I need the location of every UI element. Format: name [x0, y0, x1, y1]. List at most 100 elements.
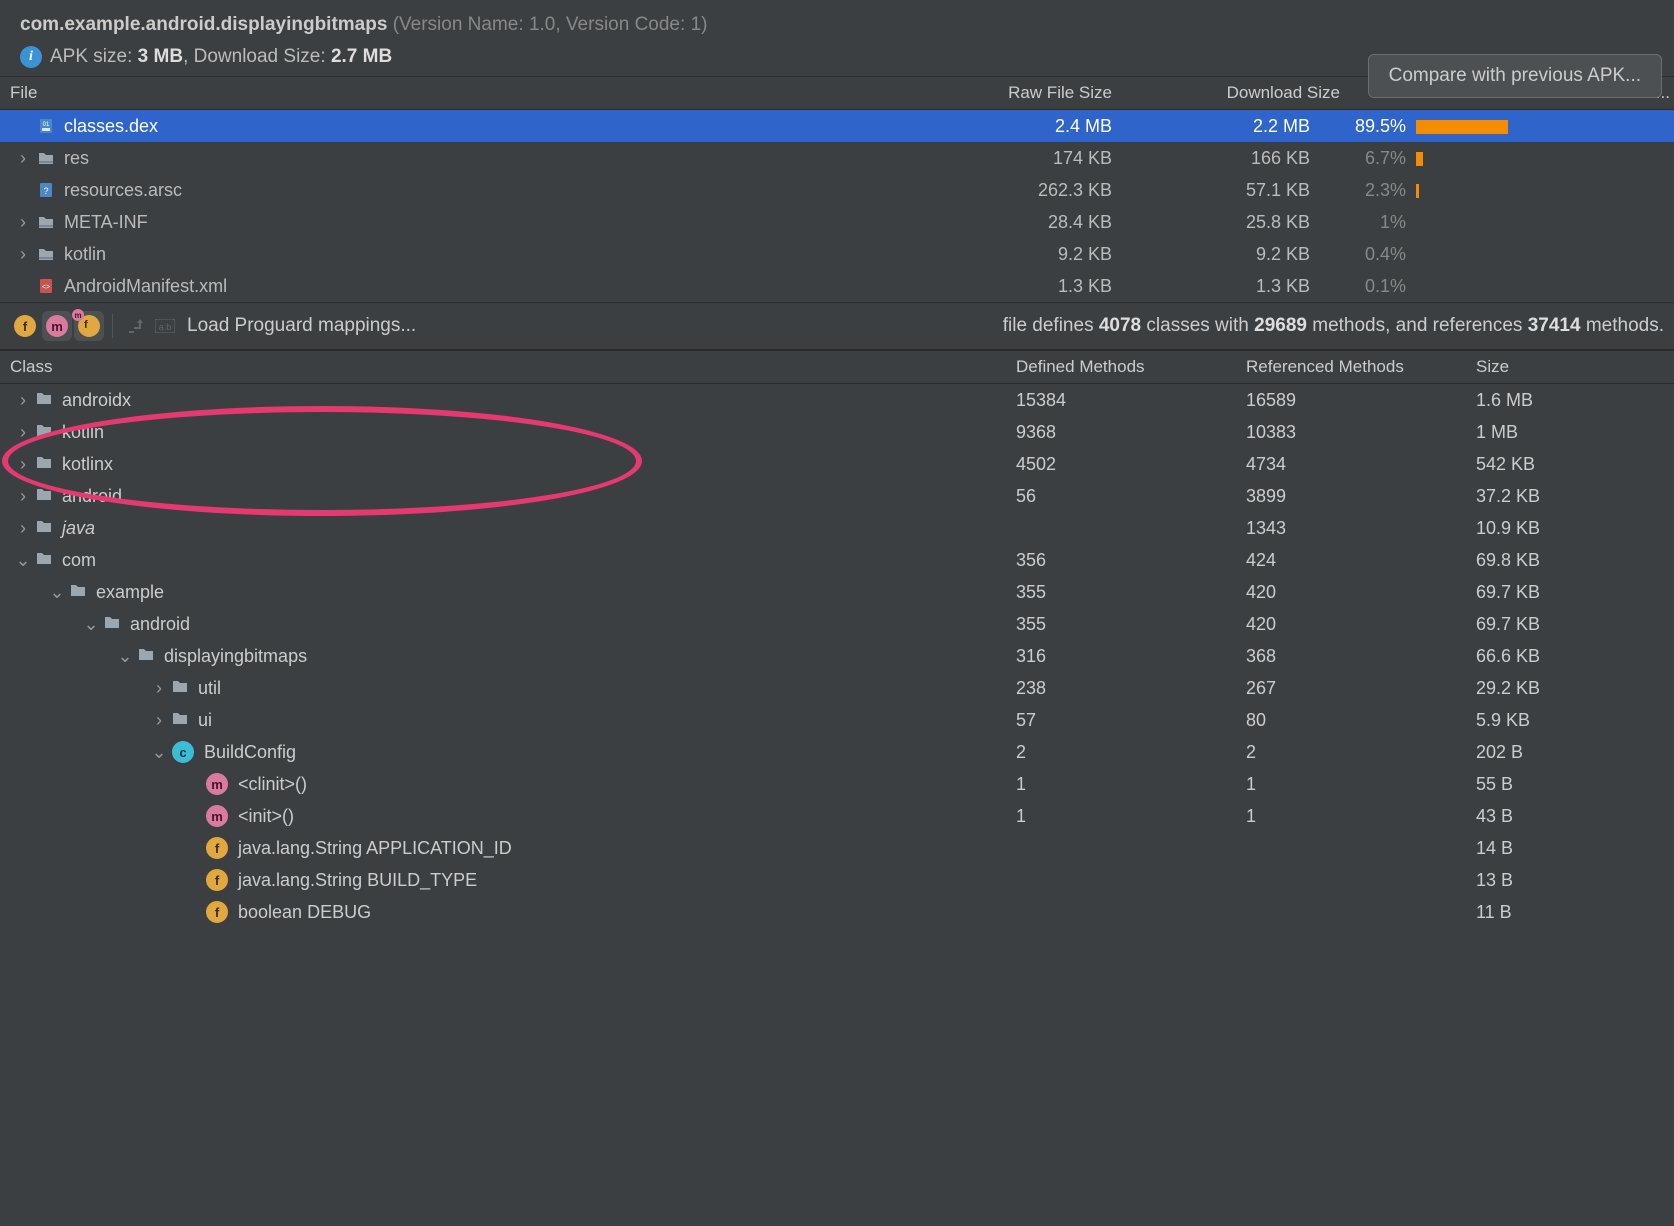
- compare-apk-button[interactable]: Compare with previous APK...: [1368, 54, 1662, 98]
- expand-chevron-icon[interactable]: ›: [14, 454, 32, 475]
- info-icon: i: [20, 46, 42, 68]
- expand-chevron-icon[interactable]: ›: [150, 678, 168, 699]
- referenced-methods: 3899: [1240, 486, 1470, 507]
- defined-methods: 355: [1010, 614, 1240, 635]
- package-icon: [36, 455, 52, 473]
- expand-chevron-icon[interactable]: ⌄: [116, 646, 134, 667]
- class-icon: c: [172, 741, 194, 763]
- class-name: displayingbitmaps: [164, 646, 307, 667]
- class-row[interactable]: fjava.lang.String APPLICATION_ID14 B: [0, 832, 1674, 864]
- class-row[interactable]: ›java134310.9 KB: [0, 512, 1674, 544]
- file-row[interactable]: <>AndroidManifest.xml1.3 KB1.3 KB0.1%: [0, 270, 1674, 302]
- download-size: 1.3 KB: [1130, 276, 1320, 297]
- download-size: 2.2 MB: [1130, 116, 1320, 137]
- dex-icon: 01: [36, 118, 56, 134]
- expand-chevron-icon[interactable]: ›: [14, 486, 32, 507]
- expand-chevron-icon[interactable]: ›: [14, 422, 32, 443]
- package-icon: [172, 711, 188, 729]
- expand-chevron-icon[interactable]: ⌄: [150, 742, 168, 763]
- referenced-methods: 2: [1240, 742, 1470, 763]
- filter-combined-button[interactable]: mf: [74, 311, 104, 341]
- defined-methods: 238: [1010, 678, 1240, 699]
- class-row[interactable]: ›kotlin9368103831 MB: [0, 416, 1674, 448]
- referenced-methods: 267: [1240, 678, 1470, 699]
- file-row[interactable]: ?resources.arsc262.3 KB57.1 KB2.3%: [0, 174, 1674, 206]
- expand-chevron-icon[interactable]: ›: [14, 518, 32, 539]
- class-row[interactable]: ⌄android35542069.7 KB: [0, 608, 1674, 640]
- defined-methods: 356: [1010, 550, 1240, 571]
- class-name: com: [62, 550, 96, 571]
- package-icon: [104, 615, 120, 633]
- defined-methods: 9368: [1010, 422, 1240, 443]
- expand-chevron-icon[interactable]: ⌄: [14, 550, 32, 571]
- dex-toolbar: f m mf a.b Load Proguard mappings... fil…: [0, 302, 1674, 350]
- method-icon: m: [206, 773, 228, 795]
- package-icon: [36, 551, 52, 569]
- expand-chevron-icon[interactable]: ›: [14, 148, 32, 169]
- expand-chevron-icon[interactable]: ›: [14, 244, 32, 265]
- class-name: example: [96, 582, 164, 603]
- tree-up-icon: [121, 312, 149, 340]
- folder-icon: [36, 151, 56, 165]
- class-size: 1.6 MB: [1470, 390, 1674, 411]
- expand-chevron-icon[interactable]: ›: [150, 710, 168, 731]
- expand-chevron-icon[interactable]: ›: [14, 212, 32, 233]
- class-row[interactable]: ›androidx15384165891.6 MB: [0, 384, 1674, 416]
- class-row[interactable]: ›android56389937.2 KB: [0, 480, 1674, 512]
- class-name: kotlin: [62, 422, 104, 443]
- defined-methods: 4502: [1010, 454, 1240, 475]
- class-row[interactable]: ›util23826729.2 KB: [0, 672, 1674, 704]
- defined-methods: 1: [1010, 806, 1240, 827]
- dex-summary: file defines 4078 classes with 29689 met…: [1003, 315, 1664, 337]
- expand-chevron-icon[interactable]: ›: [14, 390, 32, 411]
- referenced-methods: 1: [1240, 806, 1470, 827]
- defined-methods: 1: [1010, 774, 1240, 795]
- download-size: 25.8 KB: [1130, 212, 1320, 233]
- percent: 89.5%: [1320, 116, 1410, 137]
- referenced-methods: 420: [1240, 614, 1470, 635]
- class-row[interactable]: ⌄com35642469.8 KB: [0, 544, 1674, 576]
- filter-methods-button[interactable]: m: [42, 311, 72, 341]
- class-size: 13 B: [1470, 870, 1674, 891]
- class-row[interactable]: fjava.lang.String BUILD_TYPE13 B: [0, 864, 1674, 896]
- class-name: android: [130, 614, 190, 635]
- referenced-methods: 10383: [1240, 422, 1470, 443]
- filter-fields-button[interactable]: f: [10, 311, 40, 341]
- class-size: 11 B: [1470, 902, 1674, 923]
- load-proguard-button[interactable]: Load Proguard mappings...: [187, 315, 416, 337]
- class-row[interactable]: ›kotlinx45024734542 KB: [0, 448, 1674, 480]
- referenced-methods: 368: [1240, 646, 1470, 667]
- class-name: java.lang.String APPLICATION_ID: [238, 838, 512, 859]
- defined-methods: 355: [1010, 582, 1240, 603]
- class-row[interactable]: fboolean DEBUG11 B: [0, 896, 1674, 928]
- download-size: 9.2 KB: [1130, 244, 1320, 265]
- ab-icon: a.b: [151, 312, 179, 340]
- svg-text:a.b: a.b: [159, 322, 172, 332]
- file-name: META-INF: [64, 212, 148, 233]
- referenced-methods: 16589: [1240, 390, 1470, 411]
- file-row[interactable]: ›META-INF28.4 KB25.8 KB1%: [0, 206, 1674, 238]
- expand-chevron-icon[interactable]: ⌄: [82, 614, 100, 635]
- method-icon: m: [206, 805, 228, 827]
- class-name: java.lang.String BUILD_TYPE: [238, 870, 477, 891]
- class-row[interactable]: ⌄cBuildConfig22202 B: [0, 736, 1674, 768]
- file-row[interactable]: 01classes.dex2.4 MB2.2 MB89.5%: [0, 110, 1674, 142]
- class-size: 69.7 KB: [1470, 582, 1674, 603]
- expand-chevron-icon[interactable]: ⌄: [48, 582, 66, 603]
- raw-size: 174 KB: [920, 148, 1130, 169]
- referenced-methods: 4734: [1240, 454, 1470, 475]
- class-row[interactable]: m<clinit>()1155 B: [0, 768, 1674, 800]
- file-row[interactable]: ›res174 KB166 KB6.7%: [0, 142, 1674, 174]
- class-row[interactable]: ⌄example35542069.7 KB: [0, 576, 1674, 608]
- class-size: 69.8 KB: [1470, 550, 1674, 571]
- package-header: com.example.android.displayingbitmaps (V…: [20, 14, 1654, 36]
- download-size: 166 KB: [1130, 148, 1320, 169]
- file-row[interactable]: ›kotlin9.2 KB9.2 KB0.4%: [0, 238, 1674, 270]
- class-row[interactable]: ›ui57805.9 KB: [0, 704, 1674, 736]
- class-size: 5.9 KB: [1470, 710, 1674, 731]
- class-name: ui: [198, 710, 212, 731]
- percent: 0.4%: [1320, 244, 1410, 265]
- class-row[interactable]: ⌄displayingbitmaps31636866.6 KB: [0, 640, 1674, 672]
- class-row[interactable]: m<init>()1143 B: [0, 800, 1674, 832]
- arsc-icon: ?: [36, 182, 56, 198]
